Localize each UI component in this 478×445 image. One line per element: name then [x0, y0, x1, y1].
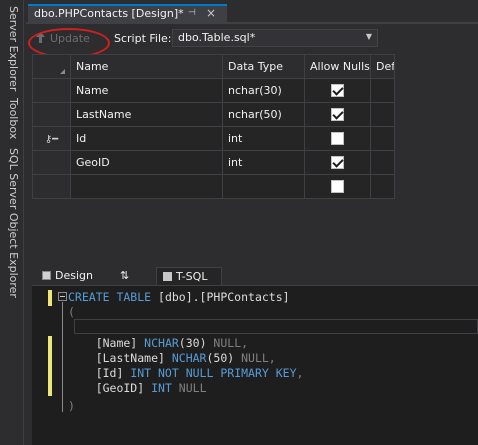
row-selector[interactable]	[32, 102, 71, 127]
sql-server-object-explorer-tab[interactable]: SQL Server Object Explorer	[4, 148, 20, 298]
grid-corner[interactable]	[32, 54, 71, 79]
close-icon[interactable]: ×	[206, 6, 216, 20]
row-selector[interactable]	[32, 174, 71, 199]
allow-nulls-cell[interactable]	[304, 150, 371, 175]
left-tool-strip: Server Explorer Toolbox SQL Server Objec…	[0, 0, 24, 445]
code-line: )	[68, 399, 75, 413]
allow-nulls-cell[interactable]	[304, 174, 371, 199]
script-file-dropdown[interactable]: dbo.Table.sql* ▼	[172, 29, 378, 47]
table-row[interactable]: LastName nchar(50)	[32, 102, 395, 127]
document-tab[interactable]: dbo.PHPContacts [Design]* ⊣ ×	[28, 4, 227, 24]
header-name: Name	[70, 54, 223, 79]
row-selector[interactable]: ⚷━	[32, 126, 71, 151]
swap-icon: ⇅	[120, 269, 130, 282]
row-selector[interactable]	[32, 78, 71, 103]
grid-header-row: Name Data Type Allow Nulls Default	[32, 54, 395, 79]
allow-nulls-checkbox[interactable]	[331, 180, 344, 194]
allow-nulls-checkbox[interactable]	[331, 156, 344, 170]
script-file-value: dbo.Table.sql*	[178, 31, 256, 44]
data-type-cell[interactable]: nchar(50)	[222, 102, 305, 127]
code-line: [GeoID] INT NULL	[68, 381, 207, 395]
column-name-cell[interactable]: GeoID	[70, 150, 223, 175]
tsql-icon	[163, 272, 172, 281]
change-marker	[48, 290, 52, 306]
table-row[interactable]: GeoID int	[32, 150, 395, 175]
column-name-cell[interactable]: Id	[70, 126, 223, 151]
code-line: [LastName] NCHAR(50) NULL,	[68, 351, 276, 365]
code-line: [Id] INT NOT NULL PRIMARY KEY,	[68, 366, 304, 380]
default-cell[interactable]	[370, 174, 395, 199]
table-row-new[interactable]	[32, 174, 395, 199]
script-file-label: Script File:	[114, 32, 172, 45]
allow-nulls-cell[interactable]	[304, 102, 371, 127]
pane-tab-bar: Design ⇅ T-SQL	[32, 266, 478, 286]
code-line: [Name] NCHAR(30) NULL,	[68, 336, 249, 350]
header-data-type: Data Type	[222, 54, 305, 79]
document-tab-title: dbo.PHPContacts [Design]*	[34, 7, 184, 20]
dropdown-icon: ▼	[365, 32, 372, 41]
toolbox-tab[interactable]: Toolbox	[4, 98, 20, 139]
header-allow-nulls: Allow Nulls	[304, 54, 371, 79]
collapse-icon[interactable]	[58, 292, 67, 301]
allow-nulls-checkbox[interactable]	[331, 84, 344, 98]
data-type-cell[interactable]: int	[222, 150, 305, 175]
allow-nulls-cell[interactable]	[304, 126, 371, 151]
swap-panes-button[interactable]: ⇅	[114, 267, 135, 286]
column-name-cell[interactable]: LastName	[70, 102, 223, 127]
allow-nulls-checkbox[interactable]	[331, 132, 344, 146]
tab-design[interactable]: Design	[36, 267, 99, 286]
current-line-highlight	[74, 319, 478, 334]
default-cell[interactable]	[370, 78, 395, 103]
allow-nulls-cell[interactable]	[304, 78, 371, 103]
row-selector[interactable]	[32, 150, 71, 175]
tsql-editor[interactable]: CREATE TABLE [dbo].[PHPContacts] ( [Name…	[32, 286, 478, 445]
data-type-cell[interactable]: int	[222, 126, 305, 151]
fold-guide	[62, 302, 63, 412]
allow-nulls-checkbox[interactable]	[331, 108, 344, 122]
design-icon	[42, 271, 51, 280]
document-tab-bar: dbo.PHPContacts [Design]* ⊣ ×	[26, 0, 478, 24]
column-name-cell[interactable]	[70, 174, 223, 199]
server-explorer-tab[interactable]: Server Explorer	[4, 6, 20, 91]
tab-design-label: Design	[55, 269, 93, 282]
data-type-cell[interactable]	[222, 174, 305, 199]
change-marker	[48, 336, 52, 396]
default-cell[interactable]	[370, 102, 395, 127]
key-icon: ⚷━	[44, 134, 59, 145]
pin-icon[interactable]: ⊣	[188, 8, 196, 18]
code-line: (	[68, 305, 75, 319]
default-cell[interactable]	[370, 150, 395, 175]
table-row[interactable]: ⚷━ Id int	[32, 126, 395, 151]
data-type-cell[interactable]: nchar(30)	[222, 78, 305, 103]
header-default: Default	[370, 54, 395, 79]
column-name-cell[interactable]: Name	[70, 78, 223, 103]
tab-tsql[interactable]: T-SQL	[156, 267, 222, 286]
designer-toolbar: Update Script File: dbo.Table.sql* ▼	[26, 24, 478, 58]
table-row[interactable]: Name nchar(30)	[32, 78, 395, 103]
default-cell[interactable]	[370, 126, 395, 151]
tab-tsql-label: T-SQL	[176, 270, 208, 283]
code-line: CREATE TABLE [dbo].[PHPContacts]	[68, 290, 290, 304]
columns-grid: Name Data Type Allow Nulls Default Name …	[32, 54, 395, 199]
